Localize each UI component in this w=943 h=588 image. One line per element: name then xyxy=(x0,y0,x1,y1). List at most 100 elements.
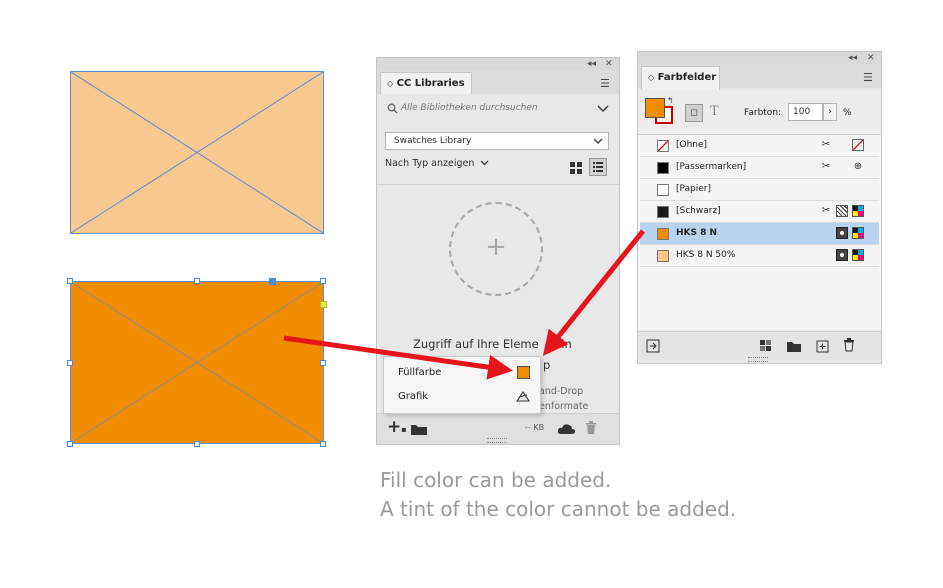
fill-swatch-icon[interactable] xyxy=(645,98,665,118)
access-text: Zugriff auf Ihre Elemente in xyxy=(413,337,572,351)
cloud-icon[interactable] xyxy=(557,423,577,435)
selection-handle[interactable] xyxy=(320,278,326,284)
selection-handle[interactable] xyxy=(194,278,200,284)
selection-handle[interactable] xyxy=(67,441,73,447)
panel-top-bar xyxy=(638,52,881,64)
non-editable-icon: ✂ xyxy=(821,205,831,216)
swatch-row-hks-8-n[interactable]: HKS 8 N xyxy=(640,223,879,245)
collapse-panel-icon[interactable]: ◂◂ xyxy=(848,52,857,64)
swatch-row-passermarken[interactable]: [Passermarken] ✂ ⊕ xyxy=(640,157,879,179)
tint-value: 100 xyxy=(793,107,811,117)
library-select[interactable]: Swatches Library xyxy=(385,132,609,150)
swatch-row-schwarz[interactable]: [Schwarz] ✂ xyxy=(640,201,879,223)
process-color-icon xyxy=(836,205,848,217)
content-grabber-handle[interactable] xyxy=(269,278,276,285)
non-editable-icon: ✂ xyxy=(821,139,831,150)
non-editable-icon: ✂ xyxy=(821,161,831,172)
chevron-down-icon xyxy=(480,160,489,166)
chevron-down-icon xyxy=(593,138,603,144)
frame-placeholder-cross xyxy=(71,282,323,443)
close-panel-icon[interactable]: ✕ xyxy=(605,58,613,70)
spot-color-icon xyxy=(836,249,848,261)
caption-line-2: A tint of the color cannot be added. xyxy=(380,497,737,521)
folder-icon[interactable] xyxy=(410,422,428,436)
add-element-icon[interactable]: +▪ xyxy=(387,417,407,437)
hks-8-n-50-swatch-chip xyxy=(657,250,669,262)
light-orange-frame[interactable] xyxy=(70,71,324,234)
graphic-icon xyxy=(515,391,531,402)
selection-handle[interactable] xyxy=(320,360,326,366)
registration-swatch-chip xyxy=(657,162,669,174)
tab-title: Farbfelder xyxy=(657,72,717,83)
swatch-row-none[interactable]: [Ohne] ✂ xyxy=(640,135,879,157)
add-content-drop-zone[interactable]: + xyxy=(449,202,543,296)
none-color-mode-icon xyxy=(852,139,864,151)
show-swatch-kinds-icon[interactable] xyxy=(759,339,773,353)
corner-options-handle[interactable] xyxy=(320,301,327,308)
swatch-row-hks-8-n-50[interactable]: HKS 8 N 50% xyxy=(640,245,879,267)
place-swatch-icon[interactable] xyxy=(646,339,660,353)
drag-drop-text: and-Drop xyxy=(539,386,584,397)
tab-cc-libraries[interactable]: ◇ CC Libraries xyxy=(380,72,472,96)
close-panel-icon[interactable]: ✕ xyxy=(867,52,875,64)
search-input[interactable]: Alle Bibliotheken durchsuchen xyxy=(401,103,538,113)
resize-grip[interactable] xyxy=(487,438,507,443)
new-swatch-icon[interactable] xyxy=(816,340,829,353)
tint-input[interactable]: 100 xyxy=(788,103,823,121)
tab-farbfelder[interactable]: ◇ Farbfelder xyxy=(641,66,720,90)
panel-top-bar xyxy=(377,58,619,70)
collapse-panel-icon[interactable]: ◂◂ xyxy=(587,58,596,70)
black-swatch-chip xyxy=(657,206,669,218)
swatches-panel: ◂◂ ✕ ◇ Farbfelder ☰ ↰ ◻ T Farbton: 100 ›… xyxy=(637,51,882,364)
access-text-2: p xyxy=(543,358,551,372)
none-swatch-chip xyxy=(657,140,669,152)
hks-8-n-swatch-chip xyxy=(657,228,669,240)
formats-text: enformate xyxy=(539,401,589,412)
cmyk-mode-icon xyxy=(852,249,864,261)
tint-label: Farbton: xyxy=(744,108,782,118)
list-view-icon[interactable] xyxy=(589,158,607,176)
selected-orange-frame[interactable] xyxy=(70,281,324,444)
registration-icon: ⊕ xyxy=(853,161,863,172)
panel-menu-icon[interactable]: ☰ xyxy=(600,77,610,90)
chevron-down-icon[interactable] xyxy=(597,105,609,113)
list-divider xyxy=(377,184,619,185)
selection-handle[interactable] xyxy=(67,360,73,366)
caption-line-1: Fill color can be added. xyxy=(380,468,612,492)
delete-swatch-icon[interactable] xyxy=(843,338,855,352)
swatch-row-papier[interactable]: [Papier] xyxy=(640,179,879,201)
selection-handle[interactable] xyxy=(320,441,326,447)
selection-handle[interactable] xyxy=(194,441,200,447)
resize-grip[interactable] xyxy=(748,357,768,362)
frame-placeholder-cross xyxy=(71,72,323,233)
grid-view-icon[interactable] xyxy=(569,160,583,174)
view-by-label: Nach Typ anzeigen xyxy=(385,158,475,169)
formatting-text-icon[interactable]: T xyxy=(710,104,719,119)
tab-title: CC Libraries xyxy=(396,78,465,89)
trash-icon[interactable] xyxy=(585,421,597,435)
tab-chevron-icon: ◇ xyxy=(387,79,394,88)
view-by-dropdown[interactable]: Nach Typ anzeigen xyxy=(385,158,489,169)
search-icon xyxy=(387,103,398,114)
library-select-value: Swatches Library xyxy=(394,136,472,146)
spot-color-icon xyxy=(836,227,848,239)
library-size: -- KB xyxy=(525,423,545,432)
plus-icon: + xyxy=(485,232,507,262)
formatting-container-icon[interactable]: ◻ xyxy=(685,104,703,122)
orange-swatch-icon xyxy=(517,366,530,379)
panel-menu-icon[interactable]: ☰ xyxy=(863,71,873,84)
paper-swatch-chip xyxy=(657,184,669,196)
selection-handle[interactable] xyxy=(67,278,73,284)
tint-slider-button[interactable]: › xyxy=(823,103,837,121)
new-color-group-icon[interactable] xyxy=(786,340,802,353)
search-row[interactable]: Alle Bibliotheken durchsuchen xyxy=(385,100,611,120)
swatches-bottom-bar xyxy=(638,331,881,360)
fill-stroke-header: ↰ ◻ T Farbton: 100 › % xyxy=(638,90,881,135)
swap-fill-stroke-icon[interactable]: ↰ xyxy=(667,96,674,105)
tab-chevron-icon: ◇ xyxy=(648,73,655,82)
add-content-context-menu: Füllfarbe Grafik xyxy=(383,356,541,414)
cmyk-mode-icon xyxy=(852,205,864,217)
tint-unit: % xyxy=(843,108,852,118)
swatch-list: [Ohne] ✂ [Passermarken] ✂ ⊕ [Papier] [Sc… xyxy=(638,134,881,330)
cmyk-mode-icon xyxy=(852,227,864,239)
